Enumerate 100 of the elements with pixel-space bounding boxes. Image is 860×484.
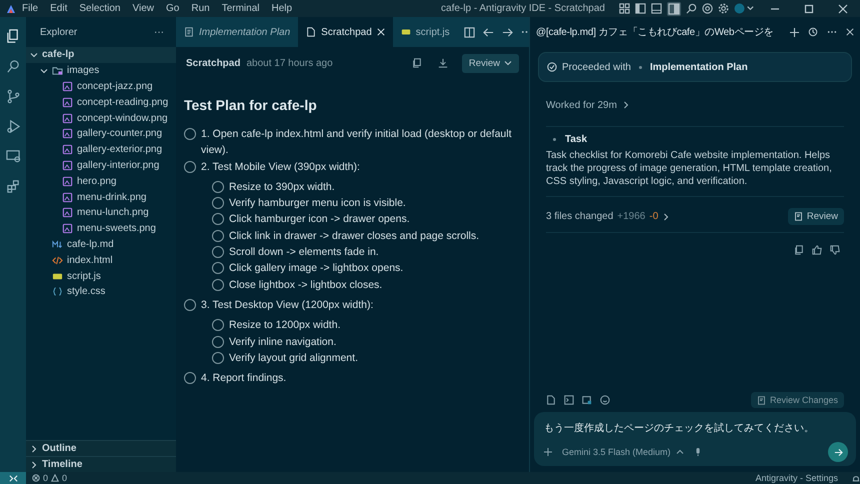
menu-item[interactable]: View <box>126 3 160 14</box>
smiley-icon[interactable] <box>600 395 610 405</box>
review-button[interactable]: Review <box>462 54 519 72</box>
checklist-item: Resize to 1200px width. <box>229 318 340 334</box>
status-text: Proceeded with <box>562 62 631 72</box>
source-control-icon[interactable] <box>6 88 20 104</box>
maximize-icon[interactable] <box>804 4 814 14</box>
checkbox[interactable] <box>184 372 196 384</box>
layout-icon[interactable] <box>619 3 630 14</box>
browser-icon[interactable] <box>702 3 713 14</box>
send-button[interactable] <box>828 442 848 462</box>
review-button[interactable]: Review <box>788 208 844 225</box>
checklist-item: 3. Test Desktop View (1200px width): <box>201 298 374 313</box>
explorer-entry[interactable]: concept-reading.png <box>26 94 176 110</box>
explorer-entry[interactable]: concept-window.png <box>26 110 176 126</box>
worked-duration-toggle[interactable]: Worked for 29m <box>546 98 844 112</box>
checkbox[interactable] <box>212 246 224 258</box>
secondary-sidebar-icon[interactable] <box>667 2 681 16</box>
checkbox[interactable] <box>212 197 224 210</box>
checkbox[interactable] <box>212 230 224 242</box>
editor-tab[interactable]: Scratchpad <box>298 17 393 47</box>
menu-item[interactable]: Selection <box>73 3 126 14</box>
menu-item[interactable]: Help <box>266 3 298 14</box>
explorer-entry[interactable]: gallery-exterior.png <box>26 142 176 158</box>
remote-icon <box>8 474 18 482</box>
forward-arrow-icon[interactable] <box>502 26 513 38</box>
more-button[interactable]: ··· <box>154 26 164 38</box>
microphone-icon[interactable] <box>694 447 702 457</box>
checkbox[interactable] <box>184 128 196 140</box>
add-icon[interactable] <box>544 448 552 456</box>
checkbox[interactable] <box>212 336 224 348</box>
panel-toggle-icon[interactable] <box>651 3 662 14</box>
explorer-entry[interactable]: hero.png <box>26 173 176 190</box>
menu-item[interactable]: Edit <box>44 3 74 14</box>
review-icon <box>794 212 803 221</box>
checkbox[interactable] <box>212 278 224 291</box>
section-header[interactable]: Timeline <box>26 456 176 472</box>
menu-item[interactable]: File <box>16 3 44 14</box>
search-icon[interactable] <box>686 3 697 14</box>
history-icon[interactable] <box>808 27 818 37</box>
bell-icon[interactable] <box>852 474 860 482</box>
explorer-entry[interactable]: gallery-counter.png <box>26 126 176 142</box>
split-editor-icon[interactable] <box>464 26 475 38</box>
document-heading: Test Plan for cafe-lp <box>184 97 318 113</box>
sidebar-toggle-icon[interactable] <box>635 3 646 14</box>
explorer-entry[interactable]: gallery-interior.png <box>26 158 176 174</box>
download-icon[interactable] <box>438 58 448 68</box>
checkbox[interactable] <box>212 180 224 193</box>
copy-icon[interactable] <box>412 58 422 68</box>
explorer-entry[interactable]: script.js <box>26 268 176 284</box>
menu-item[interactable]: Go <box>160 3 186 14</box>
folder-item[interactable]: cafe-lp <box>26 47 176 63</box>
close-icon[interactable] <box>376 28 385 36</box>
checkbox[interactable] <box>212 213 224 226</box>
arrow-right-icon <box>834 448 842 456</box>
menu-item[interactable]: Run <box>185 3 216 14</box>
checkbox[interactable] <box>212 319 224 332</box>
explorer-entry[interactable]: cafe-lp.md <box>26 236 176 252</box>
more-icon[interactable] <box>520 30 529 34</box>
more-icon[interactable] <box>827 30 837 34</box>
terminal-icon[interactable] <box>564 395 574 405</box>
copy-icon[interactable] <box>794 245 804 255</box>
chat-input[interactable]: もう一度作成したページのチェックを試してみてください。 <box>544 421 848 435</box>
checkbox[interactable] <box>184 160 196 173</box>
remote-explorer-icon[interactable] <box>6 148 20 164</box>
checkbox[interactable] <box>212 352 224 364</box>
extensions-icon[interactable] <box>6 178 20 194</box>
plan-link[interactable]: Implementation Plan <box>650 62 748 72</box>
explorer-entry[interactable]: concept-jazz.png <box>26 78 176 94</box>
add-icon[interactable] <box>790 28 799 36</box>
problems-button[interactable]: 0 0 <box>26 473 68 483</box>
settings-link[interactable]: Antigravity - Settings <box>755 473 852 483</box>
close-icon[interactable] <box>846 28 854 36</box>
section-header[interactable]: Outline <box>26 440 176 456</box>
review-changes-button[interactable]: Review Changes <box>750 392 844 408</box>
explorer-icon[interactable] <box>6 28 20 44</box>
checkbox[interactable] <box>184 298 196 311</box>
close-icon[interactable] <box>838 4 848 14</box>
conversation-title: @[cafe-lp.md] カフェ「こもれびcafe」のWebページを <box>536 26 774 39</box>
thumbs-up-icon[interactable] <box>812 245 822 255</box>
search-icon[interactable] <box>6 58 20 74</box>
explorer-entry[interactable]: menu-sweets.png <box>26 220 176 237</box>
thumbs-down-icon[interactable] <box>830 245 840 255</box>
checkbox[interactable] <box>212 262 224 274</box>
run-debug-icon[interactable] <box>6 118 20 134</box>
explorer-entry[interactable]: menu-lunch.png <box>26 204 176 221</box>
account-icon[interactable] <box>734 3 754 14</box>
model-selector[interactable]: Gemini 3.5 Flash (Medium) <box>562 447 684 457</box>
back-arrow-icon[interactable] <box>482 26 494 38</box>
file-icon[interactable] <box>546 395 556 405</box>
menu-item[interactable]: Terminal <box>216 3 266 14</box>
image-file-icon <box>62 176 73 187</box>
folder-item[interactable]: images <box>26 62 176 79</box>
remote-button[interactable] <box>0 472 26 484</box>
folder-icon <box>52 65 63 76</box>
checklist-item: Scroll down -> elements fade in. <box>229 245 379 260</box>
explorer-entry[interactable]: menu-drink.png <box>26 189 176 205</box>
explorer-entry[interactable]: style.css <box>26 284 176 300</box>
explorer-entry[interactable]: index.html <box>26 252 176 268</box>
settings-icon[interactable] <box>718 3 729 14</box>
